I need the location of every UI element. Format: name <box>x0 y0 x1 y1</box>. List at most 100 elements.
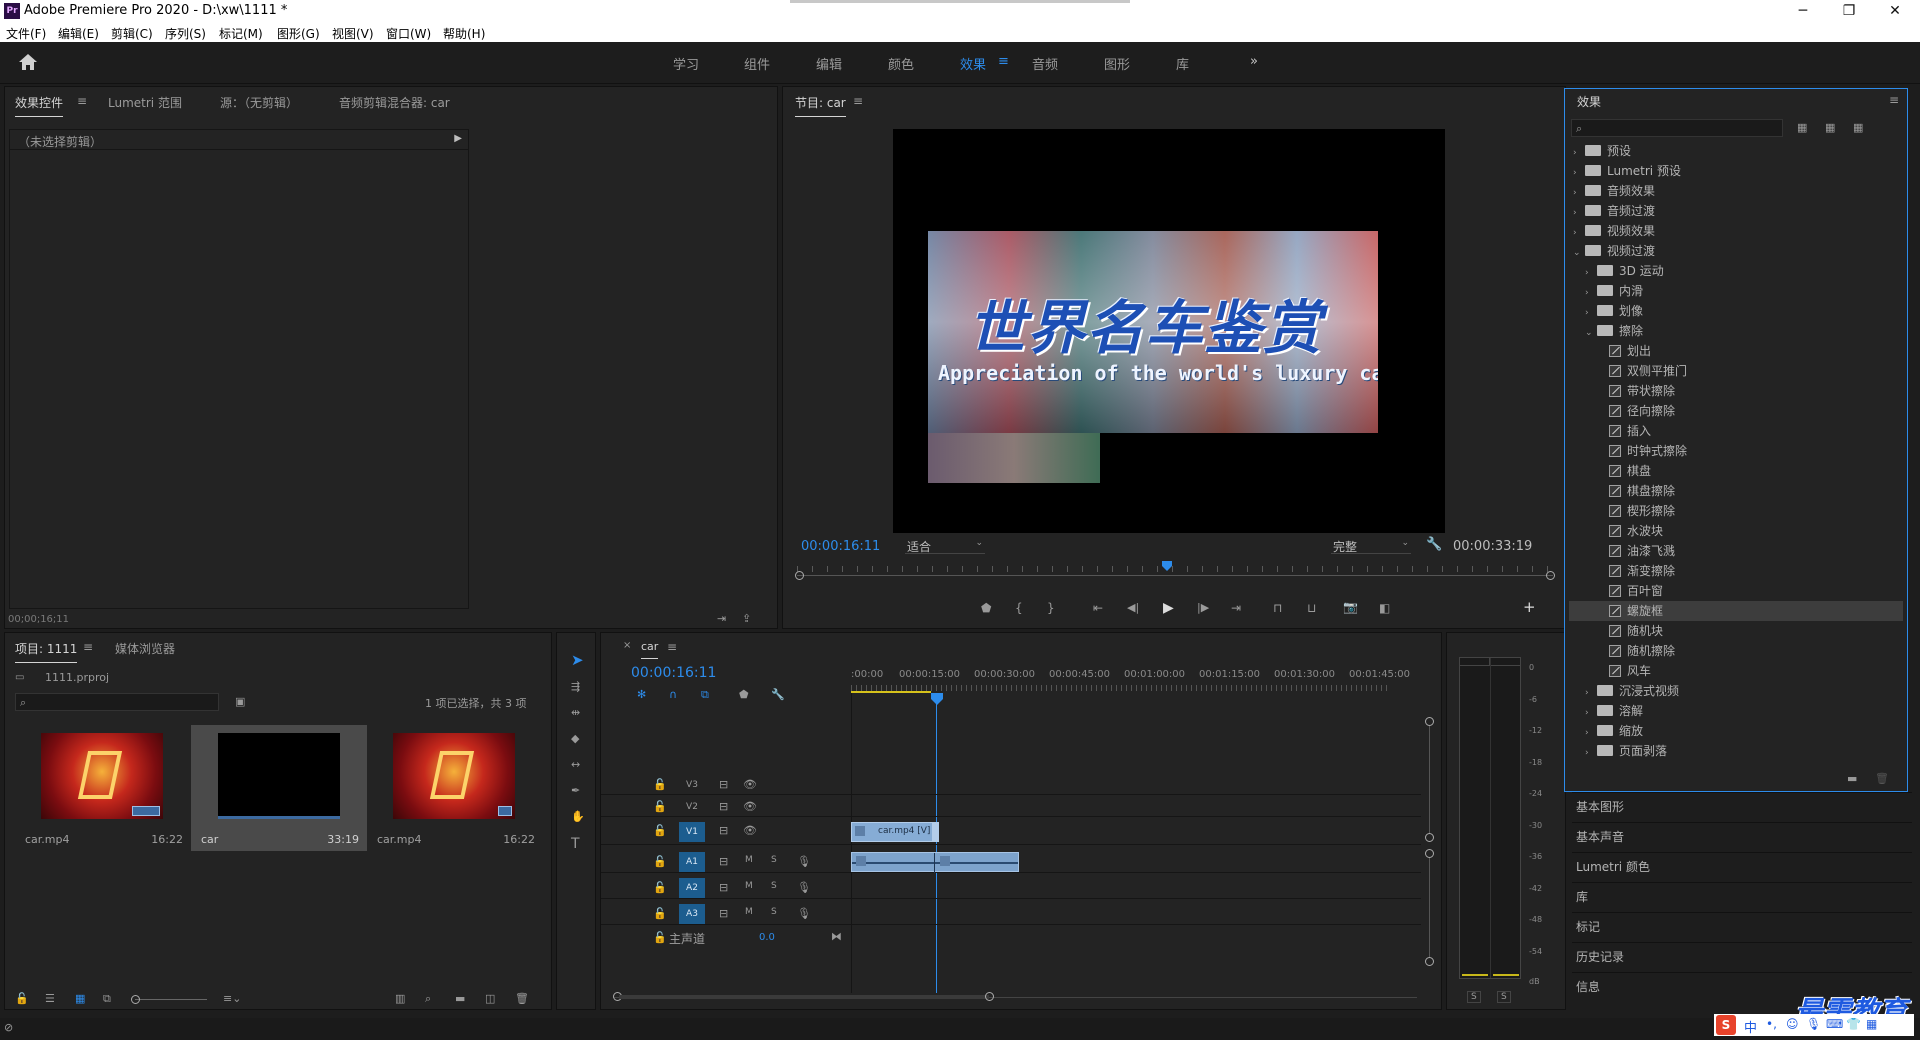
ripple-edit-icon[interactable]: ⇹ <box>571 707 580 718</box>
razor-tool-icon[interactable]: ◆ <box>571 733 579 744</box>
compare-icon[interactable]: ◧ <box>1379 602 1390 614</box>
sort-icon[interactable]: ≡⌄ <box>223 993 241 1004</box>
mute-button[interactable]: M <box>745 882 753 891</box>
effects-folder[interactable]: › 音频效果 <box>1569 181 1903 201</box>
track-label-v1[interactable]: V1 <box>679 822 705 842</box>
effects-search-input[interactable]: ⌕ <box>1571 119 1783 137</box>
track-label-v3[interactable]: V3 <box>679 775 705 795</box>
effects-folder[interactable]: ⌄ 视频过渡 <box>1569 241 1903 261</box>
effect-item[interactable]: 棋盘擦除 <box>1569 481 1903 501</box>
track-lock-icon[interactable]: 🔓 <box>653 856 667 867</box>
menu-file[interactable]: 文件(F) <box>6 25 46 42</box>
extract-icon[interactable]: ⊔ <box>1307 602 1316 614</box>
zoom-slider-handle[interactable] <box>131 995 140 1004</box>
mic-icon[interactable]: 🎙 <box>797 908 811 919</box>
chevron-right-icon[interactable]: › <box>1573 143 1585 163</box>
track-lock-icon[interactable]: 🔓 <box>653 908 667 919</box>
track-label-a2[interactable]: A2 <box>679 878 705 898</box>
effect-item[interactable]: 随机擦除 <box>1569 641 1903 661</box>
hand-tool-icon[interactable]: ✋ <box>571 811 585 822</box>
effect-item[interactable]: 插入 <box>1569 421 1903 441</box>
track-lock-icon[interactable]: 🔓 <box>653 882 667 893</box>
effects-folder[interactable]: › 视频效果 <box>1569 221 1903 241</box>
lift-icon[interactable]: ⊓ <box>1273 602 1282 614</box>
track-lock-icon[interactable]: 🔓 <box>653 825 667 836</box>
delete-custom-icon[interactable]: 🗑 <box>1875 773 1889 784</box>
effects-menu-icon[interactable]: ≡ <box>1889 93 1899 107</box>
trash-icon[interactable]: 🗑 <box>515 993 529 1004</box>
icon-view-icon[interactable]: ▦ <box>75 993 85 1004</box>
effects-folder[interactable]: › 预设 <box>1569 141 1903 161</box>
track-select-icon[interactable]: ⇶ <box>571 681 580 692</box>
a-scroll-bar[interactable] <box>1429 858 1430 958</box>
track-label-v2[interactable]: V2 <box>679 797 705 817</box>
mute-button[interactable]: M <box>745 856 753 865</box>
panel-history[interactable]: 历史记录 <box>1572 942 1912 970</box>
timeline-timecode[interactable]: 00:00:16:11 <box>631 665 716 681</box>
workspace-effects[interactable]: 效果 <box>960 54 986 73</box>
sync-lock-icon[interactable]: ⊟ <box>719 882 728 893</box>
step-forward-icon[interactable]: |▶ <box>1197 602 1209 613</box>
accelerated-effects-icon[interactable]: ▦ <box>1797 122 1807 133</box>
restore-icon[interactable]: ❐ <box>1826 0 1872 22</box>
effect-item[interactable]: 径向擦除 <box>1569 401 1903 421</box>
new-item-icon[interactable]: ◫ <box>485 993 495 1004</box>
step-back-icon[interactable]: ◀| <box>1127 602 1139 613</box>
close-icon[interactable]: ✕ <box>1872 0 1918 22</box>
menu-help[interactable]: 帮助(H) <box>443 25 485 42</box>
effects-folder[interactable]: › 缩放 <box>1569 721 1903 741</box>
go-to-end-icon[interactable]: ⧓ <box>831 931 842 942</box>
v-zoom-handle-top[interactable] <box>1425 717 1434 726</box>
track-label-a3[interactable]: A3 <box>679 904 705 924</box>
effects-folder[interactable]: › 页面剥落 <box>1569 741 1903 761</box>
new-bin-icon[interactable]: ▬ <box>455 993 465 1004</box>
menu-clip[interactable]: 剪辑(C) <box>111 25 153 42</box>
timeline-menu-icon[interactable]: ≡ <box>667 640 677 654</box>
sync-lock-icon[interactable]: ⊟ <box>719 779 728 790</box>
freeform-view-icon[interactable]: ⧉ <box>103 993 111 1004</box>
effects-folder[interactable]: ⌄ 擦除 <box>1569 321 1903 341</box>
a-zoom-handle-top[interactable] <box>1425 849 1434 858</box>
slip-tool-icon[interactable]: ↔ <box>571 759 580 770</box>
workspace-learn[interactable]: 学习 <box>673 54 699 73</box>
effects-folder[interactable]: › 3D 运动 <box>1569 261 1903 281</box>
effects-folder[interactable]: › 溶解 <box>1569 701 1903 721</box>
add-marker-icon[interactable]: ⬟ <box>739 689 749 700</box>
track-lock-icon[interactable]: 🔓 <box>653 801 667 812</box>
effect-item[interactable]: 时钟式擦除 <box>1569 441 1903 461</box>
workspace-libraries[interactable]: 库 <box>1176 54 1189 73</box>
track-label-a1[interactable]: A1 <box>679 852 705 872</box>
close-sequence-icon[interactable]: × <box>623 640 631 651</box>
panel-essential-sound[interactable]: 基本声音 <box>1572 822 1912 850</box>
pen-tool-icon[interactable]: ✒ <box>571 785 580 796</box>
effect-item[interactable]: 水波块 <box>1569 521 1903 541</box>
track-lock-icon[interactable]: 🔓 <box>653 779 667 790</box>
tab-sequence[interactable]: car <box>641 640 659 659</box>
solo-button[interactable]: S <box>771 908 777 917</box>
lock-icon[interactable]: 🔓 <box>15 993 29 1004</box>
effect-item[interactable]: 划出 <box>1569 341 1903 361</box>
camera-icon[interactable]: 📷 <box>1343 601 1358 613</box>
chevron-right-icon[interactable]: › <box>1585 303 1597 323</box>
effects-folder[interactable]: › 划像 <box>1569 301 1903 321</box>
nest-icon[interactable]: ✻ <box>637 689 646 700</box>
solo-button[interactable]: S <box>771 856 777 865</box>
solo-right-button[interactable]: S <box>1497 991 1511 1003</box>
project-menu-icon[interactable]: ≡ <box>83 640 93 654</box>
32bit-effects-icon[interactable]: ▦ <box>1825 122 1835 133</box>
mark-out-icon[interactable]: } <box>1047 602 1055 614</box>
effects-folder[interactable]: › 音频过渡 <box>1569 201 1903 221</box>
effect-item[interactable]: 油漆飞溅 <box>1569 541 1903 561</box>
minimize-icon[interactable]: ─ <box>1780 0 1826 22</box>
chevron-down-icon[interactable]: ⌄ <box>1585 323 1597 343</box>
sync-lock-icon[interactable]: ⊟ <box>719 825 728 836</box>
program-scrubber[interactable] <box>795 561 1555 581</box>
go-to-out-icon[interactable]: ⇥ <box>1231 602 1241 614</box>
add-marker-icon[interactable]: ⬟ <box>981 602 991 614</box>
panel-libraries[interactable]: 库 <box>1572 882 1912 910</box>
effect-item[interactable]: 螺旋框 <box>1569 601 1903 621</box>
program-zoom-bar[interactable] <box>797 575 1553 576</box>
timeline-ruler[interactable]: :00:00 00:00:15:00 00:00:30:00 00:00:45:… <box>851 663 1421 695</box>
tab-project[interactable]: 项目: 1111 <box>15 640 78 663</box>
chevron-down-icon[interactable]: ⌄ <box>1573 243 1585 263</box>
